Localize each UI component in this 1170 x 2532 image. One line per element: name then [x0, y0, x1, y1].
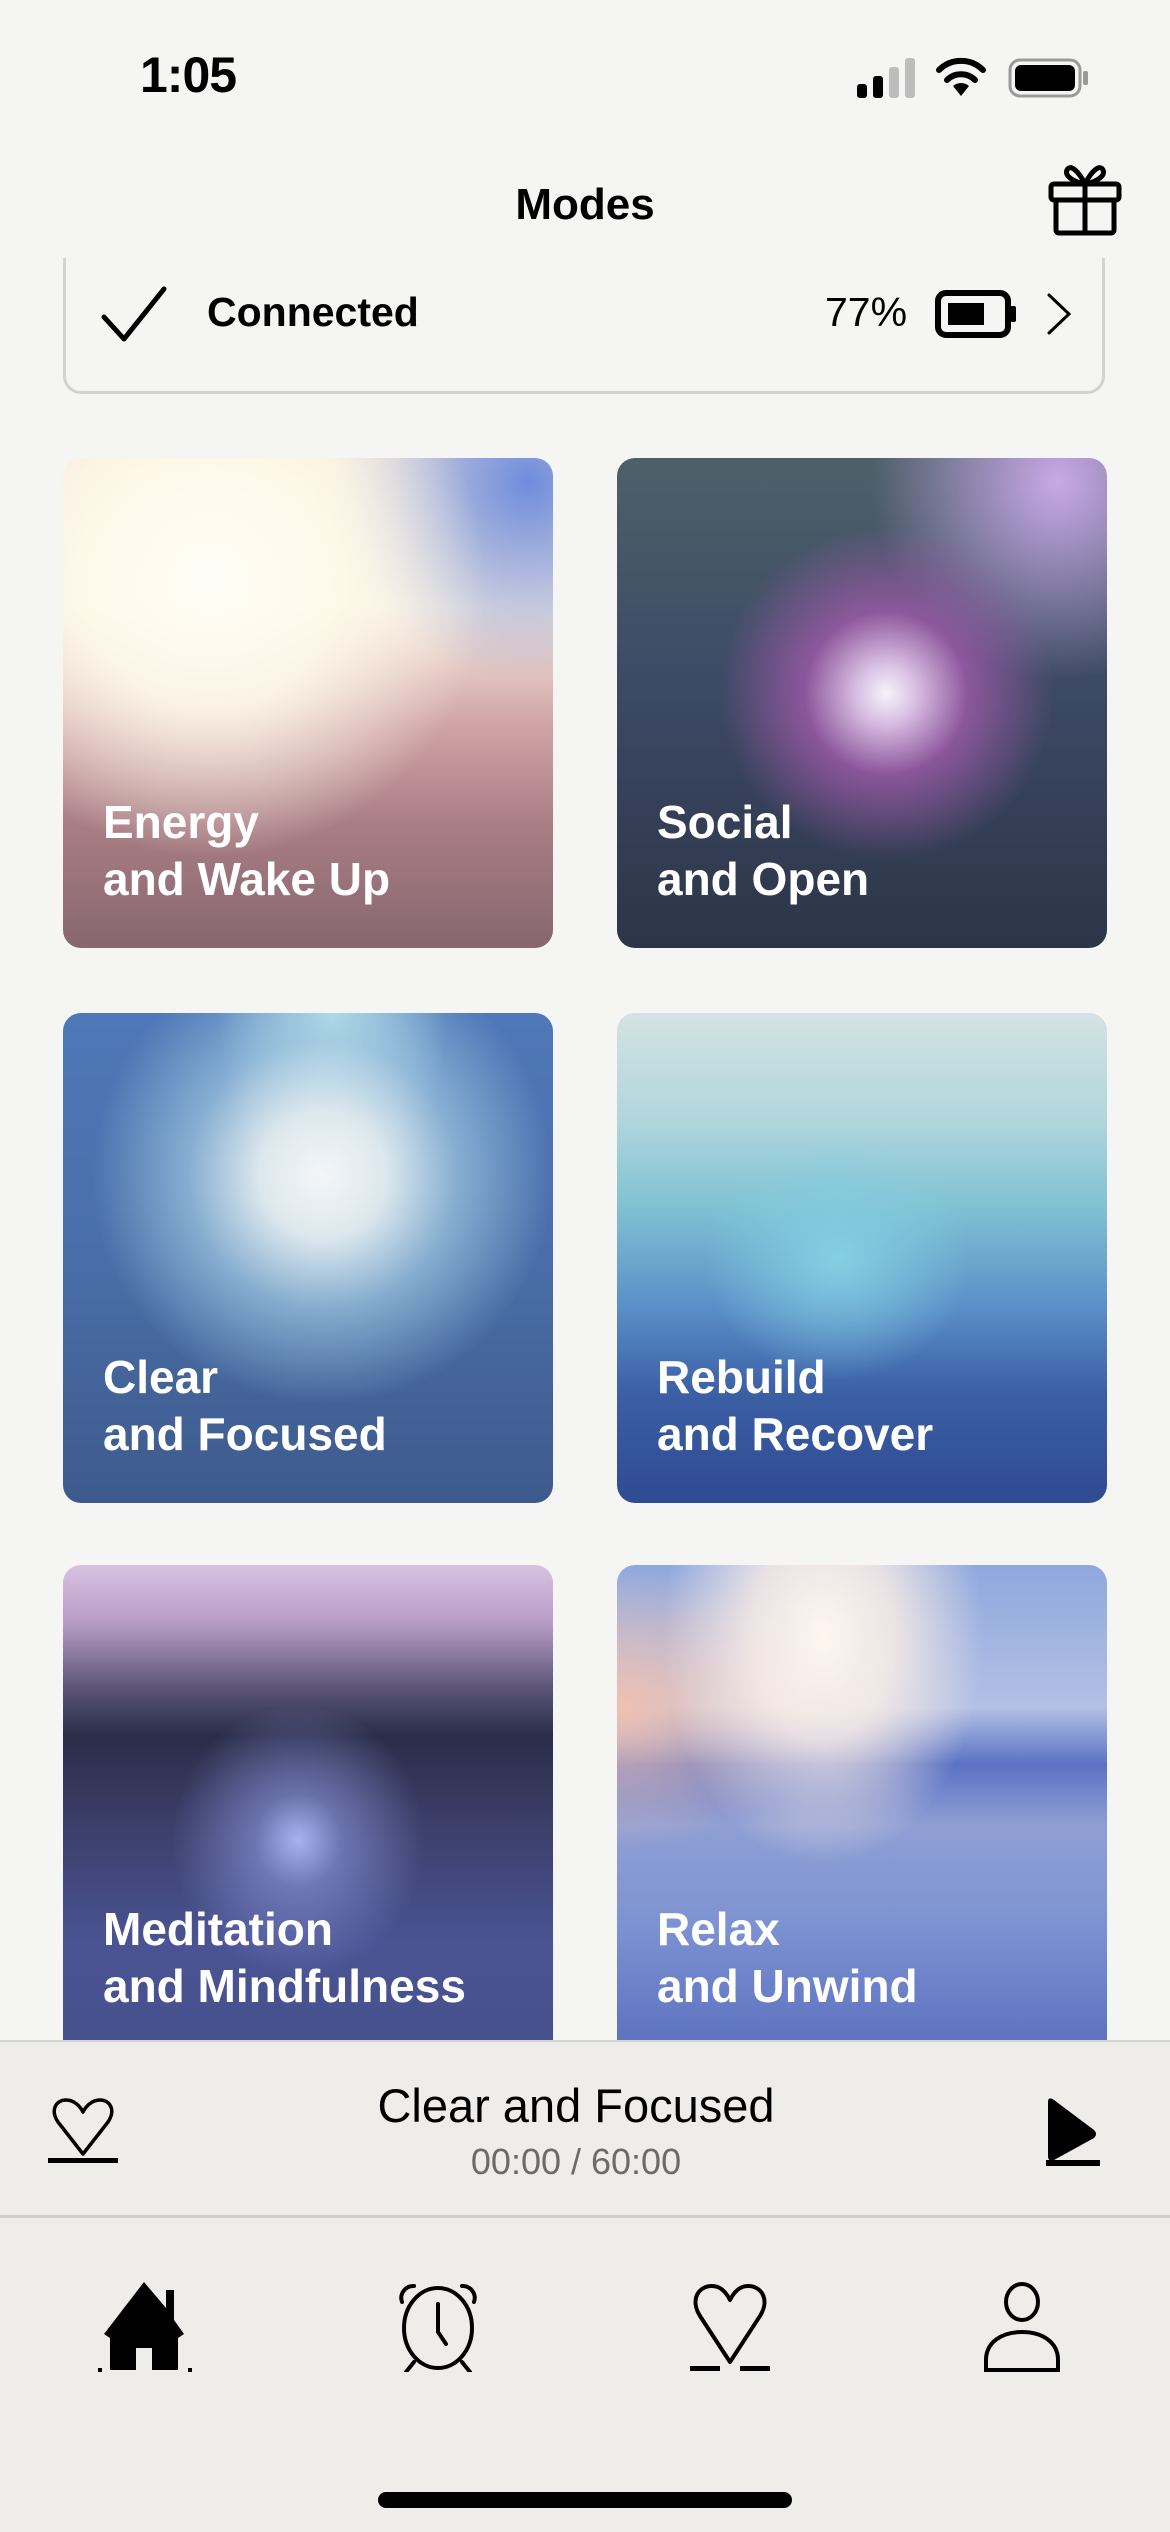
mode-card-label: Relax and Unwind — [657, 1903, 918, 2012]
device-battery-percent: 77% — [825, 289, 908, 335]
home-icon — [98, 2282, 192, 2372]
person-icon — [984, 2282, 1060, 2372]
status-time: 1:05 — [140, 47, 237, 103]
tab-favorites[interactable] — [680, 2282, 780, 2372]
tab-alarm[interactable] — [388, 2282, 488, 2374]
mode-card-label: Clear and Focused — [103, 1351, 387, 1460]
play-icon[interactable] — [1044, 2096, 1102, 2166]
home-indicator — [378, 2492, 792, 2508]
tab-home[interactable] — [96, 2282, 196, 2372]
mode-card-relax[interactable]: Relax and Unwind — [617, 1565, 1107, 2040]
page-title: Modes — [515, 180, 655, 229]
battery-icon — [1008, 58, 1088, 98]
mode-card-label: Rebuild and Recover — [657, 1351, 934, 1460]
mode-card-rebuild[interactable]: Rebuild and Recover — [617, 1013, 1107, 1503]
mode-card-meditation[interactable]: Meditation and Mindfulness — [63, 1565, 553, 2040]
cellular-signal-icon — [857, 58, 915, 98]
playback-time: 00:00 / 60:00 — [470, 2141, 682, 2182]
mode-card-social[interactable]: Social and Open — [617, 458, 1107, 948]
wifi-icon — [936, 57, 986, 96]
heart-icon — [690, 2284, 770, 2371]
mode-card-clear[interactable]: Clear and Focused — [63, 1013, 553, 1503]
chevron-right-icon[interactable] — [1045, 292, 1073, 336]
mode-card-label: Energy and Wake Up — [103, 796, 391, 905]
status-bar: 1:05 — [0, 0, 1170, 140]
tab-bar — [0, 2218, 1170, 2532]
gift-icon[interactable] — [1048, 160, 1122, 236]
mode-card-label: Meditation and Mindfulness — [103, 1903, 466, 2012]
checkmark-icon — [101, 286, 167, 342]
connection-status: Connected — [207, 289, 419, 335]
mode-card-energy[interactable]: Energy and Wake Up — [63, 458, 553, 948]
now-playing-title: Clear and Focused — [377, 2079, 775, 2132]
alarm-clock-icon — [399, 2284, 477, 2374]
device-battery-icon — [935, 290, 1016, 338]
mode-card-label: Social and Open — [657, 796, 870, 905]
tab-profile[interactable] — [972, 2282, 1072, 2372]
